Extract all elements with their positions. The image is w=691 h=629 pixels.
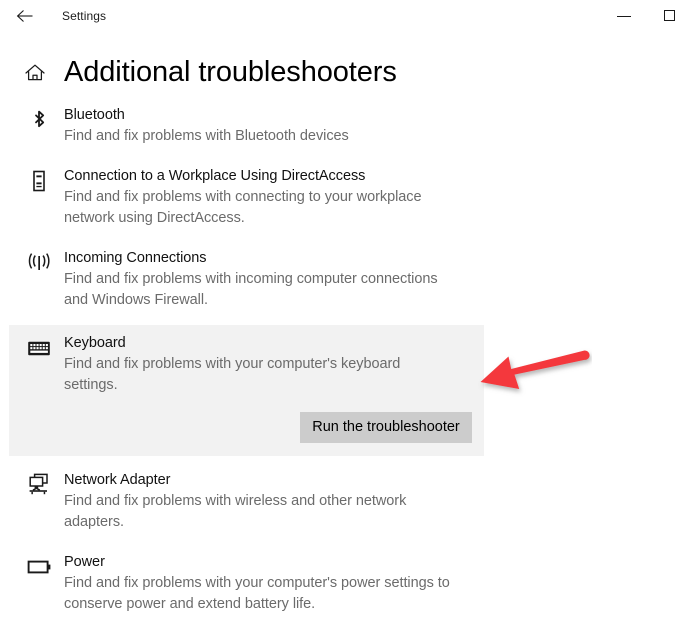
troubleshooter-description: Find and fix problems with wireless and …	[64, 493, 407, 530]
troubleshooter-text: Power Find and fix problems with your co…	[64, 552, 691, 615]
troubleshooter-description: Find and fix problems with Bluetooth dev…	[64, 128, 349, 144]
app-title: Settings	[62, 9, 107, 23]
troubleshooter-description: Find and fix problems with incoming comp…	[64, 271, 438, 308]
troubleshooter-text: Incoming Connections Find and fix proble…	[64, 248, 691, 311]
troubleshooter-title: Power	[64, 554, 105, 570]
troubleshooter-list: Bluetooth Find and fix problems with Blu…	[0, 100, 691, 629]
keyboard-icon	[25, 334, 53, 362]
title-bar: Settings	[0, 0, 691, 32]
page-header: Additional troubleshooters	[0, 52, 691, 94]
home-icon[interactable]	[22, 60, 48, 86]
troubleshooter-item-incoming-connections[interactable]: Incoming Connections Find and fix proble…	[0, 243, 691, 316]
troubleshooter-title: Incoming Connections	[64, 250, 207, 266]
troubleshooter-item-bluetooth[interactable]: Bluetooth Find and fix problems with Blu…	[0, 100, 691, 152]
troubleshooter-title: Network Adapter	[64, 472, 171, 488]
page-title: Additional troubleshooters	[64, 56, 397, 88]
bluetooth-icon	[25, 106, 53, 134]
directaccess-device-icon	[25, 167, 53, 195]
troubleshooter-title: Connection to a Workplace Using DirectAc…	[64, 168, 366, 184]
minimize-button[interactable]	[611, 9, 643, 23]
troubleshooter-text: Keyboard Find and fix problems with your…	[64, 333, 484, 396]
troubleshooter-text: Bluetooth Find and fix problems with Blu…	[64, 105, 691, 147]
troubleshooter-description: Find and fix problems with connecting to…	[64, 189, 422, 226]
troubleshooter-action-row: Run the troubleshooter	[64, 412, 484, 443]
back-button[interactable]	[10, 3, 40, 29]
troubleshooter-text: Network Adapter Find and fix problems wi…	[64, 470, 691, 533]
minimize-icon	[617, 16, 631, 17]
maximize-icon	[664, 10, 675, 21]
troubleshooter-description: Find and fix problems with your computer…	[64, 356, 401, 393]
network-adapter-icon	[25, 471, 53, 499]
troubleshooter-item-directaccess[interactable]: Connection to a Workplace Using DirectAc…	[0, 161, 691, 234]
incoming-connections-icon	[25, 249, 53, 277]
troubleshooter-item-network-adapter[interactable]: Network Adapter Find and fix problems wi…	[0, 465, 691, 538]
power-battery-icon	[25, 553, 53, 581]
run-the-troubleshooter-button[interactable]: Run the troubleshooter	[300, 412, 472, 443]
troubleshooter-item-power[interactable]: Power Find and fix problems with your co…	[0, 547, 691, 620]
back-arrow-icon	[16, 8, 34, 24]
troubleshooter-description: Find and fix problems with your computer…	[64, 575, 450, 612]
troubleshooter-item-keyboard[interactable]: Keyboard Find and fix problems with your…	[9, 325, 484, 456]
troubleshooter-text: Connection to a Workplace Using DirectAc…	[64, 166, 691, 229]
troubleshooter-title: Keyboard	[64, 335, 126, 351]
troubleshooter-title: Bluetooth	[64, 107, 125, 123]
maximize-button[interactable]	[655, 6, 687, 26]
